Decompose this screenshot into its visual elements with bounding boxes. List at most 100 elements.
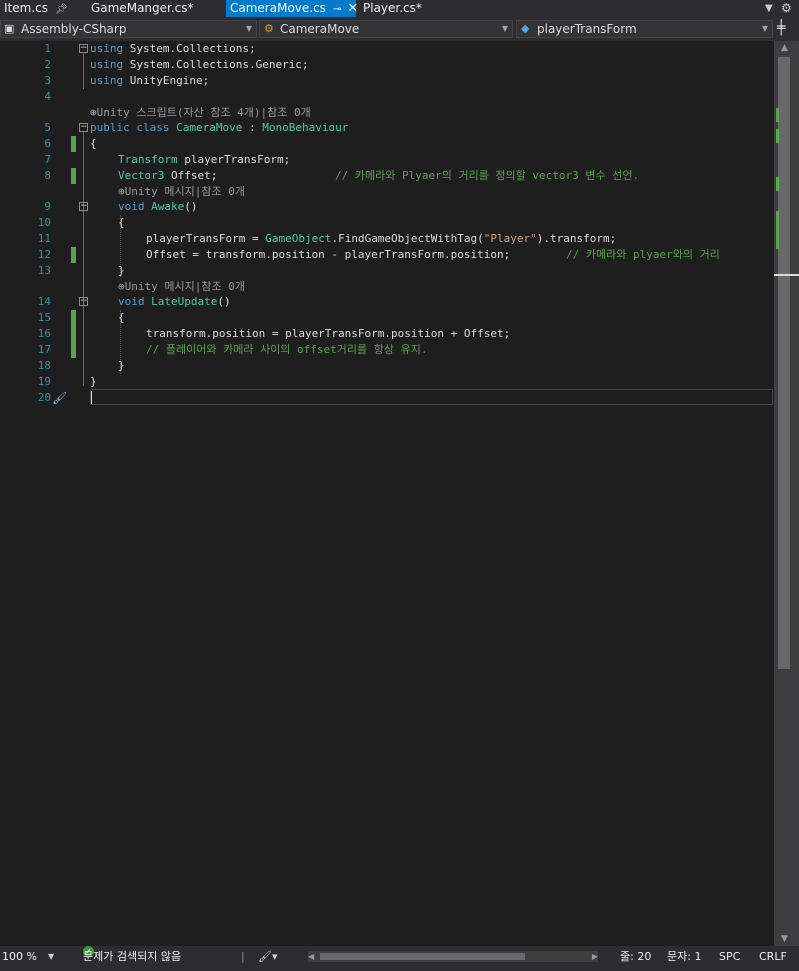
line-number: 12 (37, 248, 51, 261)
line-number: 9 (44, 200, 51, 213)
tab-label: CameraMove.cs (230, 1, 326, 15)
code-token: LateUpdate (151, 295, 218, 308)
horizontal-scrollbar-thumb[interactable] (320, 953, 525, 960)
pin-icon[interactable]: 📌︎ (55, 1, 68, 18)
line-indicator[interactable]: 줄: 20 (620, 946, 651, 967)
code-line: using UnityEngine; (90, 73, 209, 89)
scrollbar-change-mark (776, 129, 779, 143)
chevron-down-icon: ▼ (245, 24, 252, 33)
code-line: using System.Collections.Generic; (90, 57, 309, 73)
line-number: 20 (37, 391, 51, 404)
code-line: { (118, 311, 125, 324)
codelens-text: Unity 스크립트(자산 참조 4개)|참조 0개 (96, 106, 311, 119)
code-line: void Awake() (118, 199, 198, 215)
collapse-icon[interactable]: − (79, 123, 88, 132)
code-line: Offset = transform.position - playerTran… (146, 248, 511, 261)
scroll-right-icon[interactable]: ▶ (592, 946, 598, 967)
codelens[interactable]: ⊕Unity 메시지|참조 0개 (118, 279, 245, 294)
code-line: Vector3 Offset; (118, 168, 217, 184)
fold-guide (83, 53, 84, 89)
codelens[interactable]: ⊕Unity 메시지|참조 0개 (118, 184, 245, 199)
brush-icon[interactable]: 🖌︎▾ (258, 946, 278, 967)
code-token: : (242, 121, 263, 134)
tab-gamemanger-cs[interactable]: GameManger.cs* (91, 0, 194, 17)
project-combo[interactable]: ▣ Assembly-CSharp ▼ (0, 20, 257, 38)
issues-text: 문제가 검색되지 않음 (83, 950, 182, 963)
codelens-icon: ⊕ (90, 106, 97, 119)
code-token: CameraMove (176, 121, 243, 134)
tab-list-dropdown-icon[interactable]: ▼ (765, 0, 773, 17)
code-token: ).transform; (536, 232, 617, 245)
field-icon: ◆ (521, 22, 530, 35)
code-token: using (90, 42, 124, 55)
change-indicator (71, 168, 76, 184)
member-combo-label: playerTransForm (537, 22, 637, 36)
scrollbar-change-mark (776, 211, 779, 249)
tab-cameramove-cs[interactable]: CameraMove.cs ⊸ ✕ (226, 0, 358, 18)
line-number: 10 (37, 216, 51, 229)
line-number: 7 (44, 153, 51, 166)
codelens[interactable]: ⊕Unity 스크립트(자산 참조 4개)|참조 0개 (90, 105, 311, 120)
scroll-left-icon[interactable]: ◀ (308, 946, 314, 967)
horizontal-scrollbar[interactable]: ◀ ▶ (308, 951, 598, 962)
chevron-down-icon: ▼ (501, 24, 508, 33)
code-token: using (90, 58, 124, 71)
pin-icon[interactable]: ⊸ (333, 1, 341, 18)
line-ending-indicator[interactable]: CRLF (759, 946, 787, 967)
code-token: public (90, 121, 130, 134)
code-line: using System.Collections; (90, 41, 256, 57)
code-editor[interactable]: 1 2 3 4 5 6 7 8 9 10 11 12 13 14 15 16 1… (16, 41, 774, 946)
gear-icon[interactable]: ⚙ (781, 0, 792, 17)
code-token: Vector3 (118, 169, 165, 182)
code-line: transform.position = playerTransForm.pos… (146, 327, 511, 340)
code-token: class (136, 121, 170, 134)
line-number: 3 (44, 74, 51, 87)
whitespace-indicator[interactable]: SPC (719, 946, 740, 967)
collapse-icon[interactable]: − (79, 202, 88, 211)
collapse-icon[interactable]: − (79, 297, 88, 306)
line-number: 5 (44, 121, 51, 134)
tab-item-cs[interactable]: Item.cs 📌︎ (4, 0, 68, 17)
close-icon[interactable]: ✕ (347, 0, 358, 17)
line-number: 2 (44, 58, 51, 71)
char-indicator[interactable]: 문자: 1 (667, 946, 701, 967)
code-line: void LateUpdate() (118, 294, 231, 310)
code-token: Awake (151, 200, 185, 213)
code-token: System.Collections.Generic; (123, 58, 309, 71)
code-token: Transform (118, 153, 178, 166)
collapse-icon[interactable]: − (79, 44, 88, 53)
navigation-bar: ▣ Assembly-CSharp ▼ ⚙ CameraMove ▼ ◆ pla… (0, 17, 799, 41)
class-icon: ⚙ (264, 22, 274, 35)
line-number: 15 (37, 311, 51, 324)
type-combo[interactable]: ⚙ CameraMove ▼ (259, 20, 513, 38)
line-number: 6 (44, 137, 51, 150)
line-number: 8 (44, 169, 51, 182)
split-window-icon[interactable]: ╪ (777, 20, 785, 36)
line-number: 14 (37, 295, 51, 308)
chevron-down-icon: ▼ (761, 24, 768, 33)
codelens-text: Unity 메시지|참조 0개 (124, 280, 245, 293)
current-line-highlight (90, 389, 773, 405)
quick-actions-icon[interactable]: 🖌︎ (52, 390, 67, 406)
code-line: } (118, 264, 125, 277)
code-token: Offset; (164, 169, 218, 182)
scroll-up-icon[interactable]: ▲ (781, 43, 788, 53)
vertical-scrollbar[interactable]: ▲ ▼ (774, 41, 799, 946)
scroll-down-icon[interactable]: ▼ (781, 934, 788, 944)
member-combo[interactable]: ◆ playerTransForm ▼ (516, 20, 773, 38)
code-line: } (90, 375, 97, 388)
code-line: { (90, 137, 97, 150)
line-number: 19 (37, 375, 51, 388)
code-comment: // 카메라와 plyaer와의 거리 (566, 248, 720, 261)
codelens-text: Unity 메시지|참조 0개 (124, 185, 245, 198)
code-token: playerTransForm; (177, 153, 291, 166)
separator: | (241, 950, 245, 963)
scrollbar-thumb[interactable] (778, 57, 790, 669)
change-indicator (71, 310, 76, 358)
tab-player-cs[interactable]: Player.cs* (363, 0, 422, 17)
code-token: playerTransForm = (146, 232, 266, 245)
editor-status-bar: 100 % ▼ ✓ 문제가 검색되지 않음 | 🖌︎▾ ◀ ▶ 줄: 20 문자:… (0, 946, 799, 971)
zoom-dropdown-icon[interactable]: ▼ (48, 946, 54, 967)
line-number: 1 (44, 42, 51, 55)
zoom-level[interactable]: 100 % (2, 946, 37, 967)
